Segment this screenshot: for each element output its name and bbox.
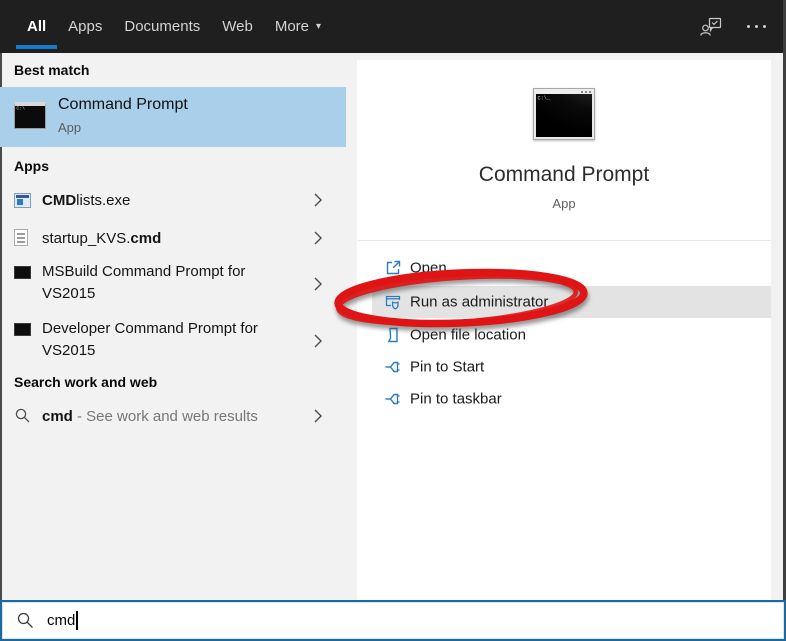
open-icon — [386, 260, 401, 275]
action-open-file-location[interactable]: Open file location — [372, 319, 771, 351]
tab-all[interactable]: All — [16, 0, 58, 53]
detail-divider — [358, 240, 771, 241]
action-run-as-administrator[interactable]: Run as administrator — [372, 286, 771, 318]
web-search-item-cmd[interactable]: cmd - See work and web results — [0, 398, 346, 434]
feedback-button[interactable] — [699, 15, 725, 39]
action-open[interactable]: Open — [372, 252, 771, 284]
more-options-button[interactable] — [747, 25, 766, 28]
terminal-icon — [14, 323, 31, 336]
search-icon — [17, 612, 33, 628]
chevron-right-icon[interactable] — [314, 277, 322, 291]
chevron-down-icon: ▾ — [316, 21, 322, 32]
best-match-header: Best match — [14, 62, 90, 78]
admin-shield-icon — [385, 295, 401, 310]
apps-header: Apps — [14, 158, 49, 174]
search-input[interactable]: cmd — [0, 600, 786, 641]
command-prompt-icon: C:\ — [14, 102, 46, 129]
best-match-item-command-prompt[interactable]: C:\ Command Prompt App — [0, 87, 346, 147]
app-item-msbuild-prompt[interactable]: MSBuild Command Prompt for VS2015 — [0, 255, 346, 313]
chevron-right-icon[interactable] — [314, 193, 322, 207]
pin-icon — [385, 361, 400, 373]
windows-search-flyout: All Apps Documents Web More ▾ Best match… — [0, 0, 786, 641]
app-item-cmdlists[interactable]: CMDlists.exe — [0, 181, 346, 219]
best-match-subtitle: App — [58, 120, 82, 135]
best-match-title: Command Prompt — [58, 96, 188, 113]
tab-web[interactable]: Web — [211, 0, 264, 53]
chevron-right-icon[interactable] — [314, 231, 322, 245]
app-item-developer-prompt[interactable]: Developer Command Prompt for VS2015 — [0, 312, 346, 370]
search-query-text: cmd — [47, 612, 76, 629]
tab-apps[interactable]: Apps — [57, 0, 113, 53]
tab-documents[interactable]: Documents — [113, 0, 211, 53]
command-prompt-large-icon: C:\_ — [533, 88, 595, 140]
exe-window-icon — [14, 193, 31, 208]
pin-icon — [385, 393, 400, 405]
action-pin-to-start[interactable]: Pin to Start — [372, 351, 771, 383]
ellipsis-icon — [747, 25, 750, 28]
detail-title: Command Prompt — [478, 163, 650, 186]
document-icon — [14, 229, 28, 246]
chevron-right-icon[interactable] — [314, 409, 322, 423]
detail-subtitle: App — [552, 196, 576, 211]
chevron-right-icon[interactable] — [314, 334, 322, 348]
feedback-icon — [700, 17, 722, 36]
file-location-icon — [387, 327, 398, 343]
app-item-startup-kvs[interactable]: startup_KVS.cmd — [0, 219, 346, 257]
terminal-icon — [14, 266, 31, 279]
tab-more[interactable]: More ▾ — [264, 0, 332, 53]
action-pin-to-taskbar[interactable]: Pin to taskbar — [372, 383, 771, 415]
scrollbar-track — [771, 60, 783, 600]
filter-tabs: All Apps Documents Web More ▾ — [16, 0, 332, 53]
search-filter-bar: All Apps Documents Web More ▾ — [0, 0, 786, 53]
search-icon — [15, 408, 30, 423]
text-caret — [76, 611, 78, 630]
search-web-header: Search work and web — [14, 374, 158, 390]
